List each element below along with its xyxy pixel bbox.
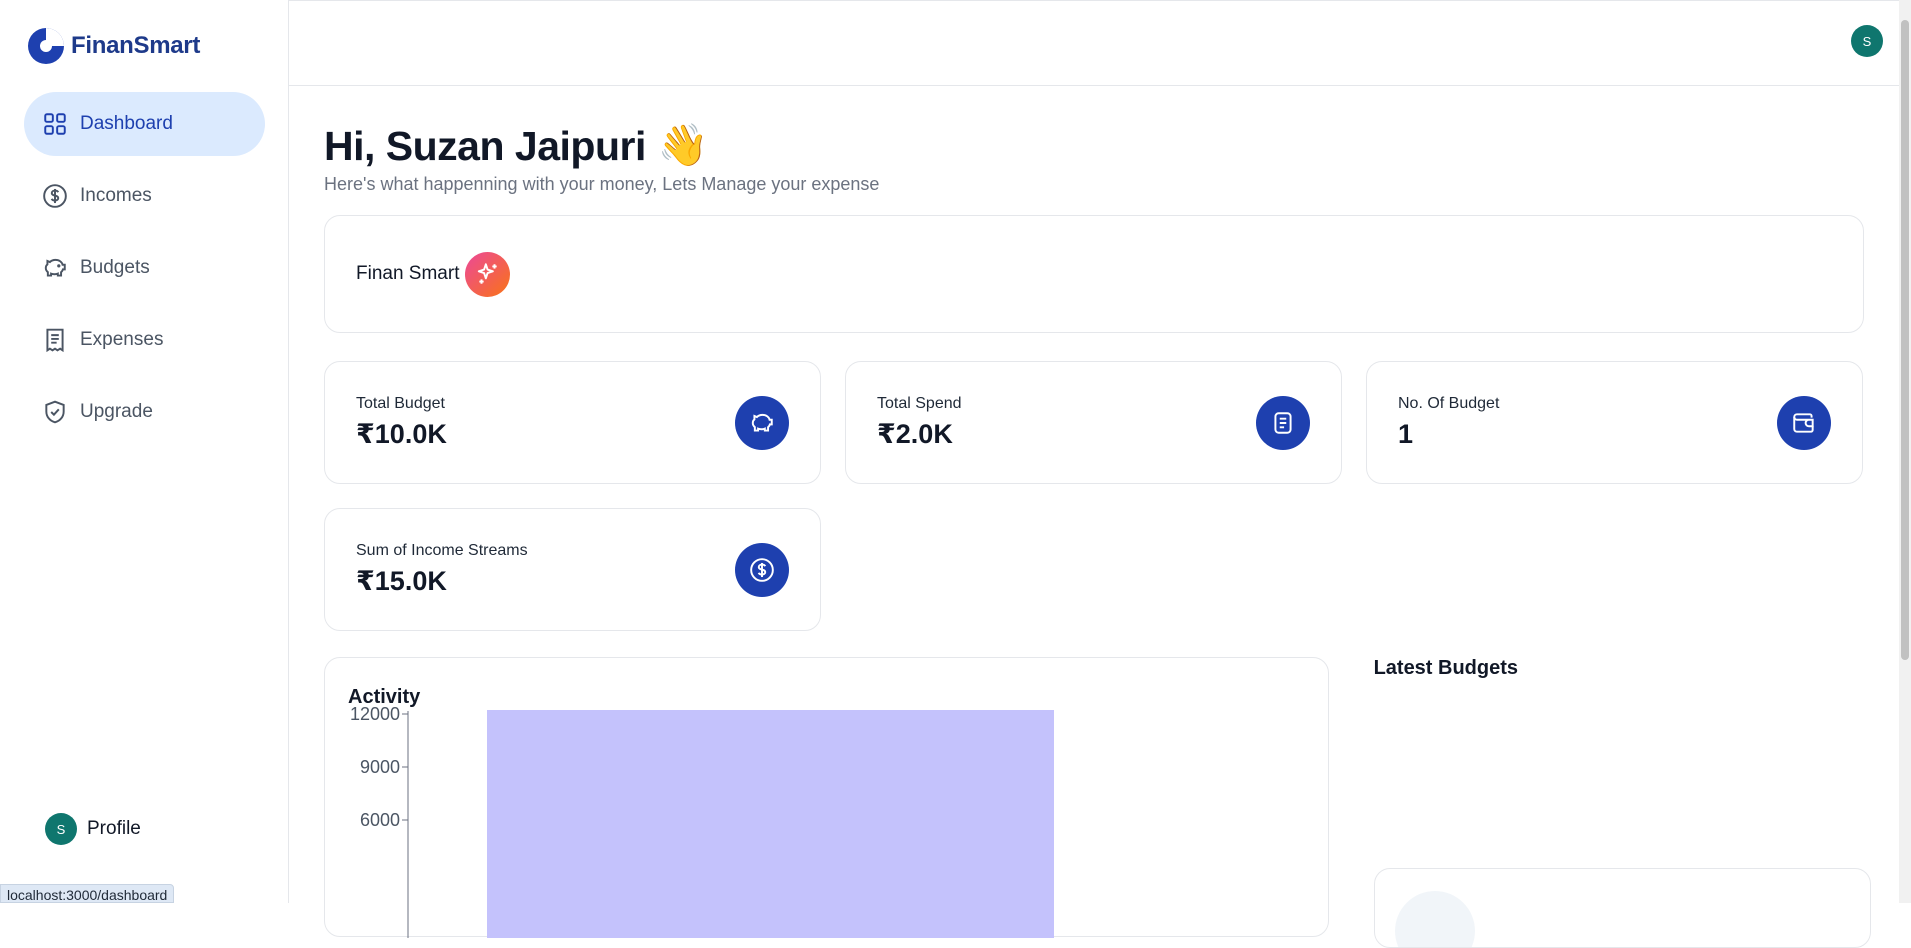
profile-button[interactable]: S Profile xyxy=(45,813,141,845)
user-avatar-button[interactable]: S xyxy=(1851,25,1883,57)
piggy-bank-icon xyxy=(735,395,789,450)
receipt-icon xyxy=(1256,395,1310,450)
sidebar-nav: Dashboard Incomes Budgets Expenses Upgra… xyxy=(24,92,265,452)
greeting-heading: Hi, Suzan Jaipuri 👋 xyxy=(324,122,1864,170)
greeting-subtitle: Here's what happenning with your money, … xyxy=(324,174,880,194)
y-tick-label: 12000 xyxy=(350,704,400,724)
stats-grid: Total Budget ₹10.0K Total Spend ₹2.0K No… xyxy=(324,361,1864,631)
wallet-icon xyxy=(1777,395,1831,450)
activity-chart: 12000 9000 6000 xyxy=(350,704,1054,938)
stat-value: ₹10.0K xyxy=(356,419,447,449)
greeting-title: Hi, Suzan Jaipuri xyxy=(324,122,646,169)
budget-item-card[interactable] xyxy=(1373,868,1871,948)
top-bar: S xyxy=(289,0,1899,86)
stat-card-total-budget: Total Budget ₹10.0K xyxy=(324,361,821,484)
stat-label: Total Budget xyxy=(356,395,445,412)
sidebar-item-upgrade[interactable]: Upgrade xyxy=(24,380,265,444)
receipt-icon xyxy=(46,328,64,353)
sidebar-item-incomes[interactable]: Incomes xyxy=(24,164,265,228)
sidebar-item-label: Budgets xyxy=(80,257,150,278)
ai-assistant-card: Finan Smart xyxy=(324,215,1864,333)
brand-name: FinanSmart xyxy=(71,32,201,59)
budget-icon-placeholder xyxy=(1394,891,1475,947)
sparkles-icon xyxy=(465,251,511,297)
stat-value: 1 xyxy=(1398,419,1414,449)
latest-budgets-section: Latest Budgets xyxy=(1373,657,1871,948)
main-content: Hi, Suzan Jaipuri 👋 Here's what happenni… xyxy=(324,86,1871,948)
stat-value: ₹2.0K xyxy=(877,419,953,449)
shield-check-icon xyxy=(45,400,65,424)
wave-emoji: 👋 xyxy=(657,122,709,168)
sidebar-item-label: Expenses xyxy=(80,329,164,350)
sidebar-item-label: Dashboard xyxy=(80,113,173,134)
sidebar: FinanSmart Dashboard Incomes Budgets Exp… xyxy=(0,0,289,903)
stat-card-budget-count: No. Of Budget 1 xyxy=(1366,361,1863,484)
sidebar-item-budgets[interactable]: Budgets xyxy=(24,236,265,300)
stat-value: ₹15.0K xyxy=(356,566,447,596)
dollar-circle-icon xyxy=(43,184,67,208)
latest-budgets-title: Latest Budgets xyxy=(1373,657,1519,679)
dashboard-grid-icon xyxy=(44,113,66,135)
piggy-bank-icon xyxy=(44,258,66,277)
profile-label: Profile xyxy=(87,818,141,839)
avatar: S xyxy=(45,813,77,845)
logo-icon xyxy=(28,28,64,64)
stat-label: Sum of Income Streams xyxy=(356,542,528,559)
y-tick-label: 9000 xyxy=(360,757,400,777)
stat-card-income-streams: Sum of Income Streams ₹15.0K xyxy=(324,508,821,631)
activity-chart-card: Activity 12000 9000 6000 xyxy=(324,657,1329,938)
dollar-circle-icon xyxy=(735,542,789,597)
page-scrollbar[interactable] xyxy=(1899,0,1911,903)
sidebar-item-expenses[interactable]: Expenses xyxy=(24,308,265,372)
status-bar-url: localhost:3000/dashboard xyxy=(0,884,175,903)
brand-logo[interactable]: FinanSmart xyxy=(27,27,200,65)
stat-card-total-spend: Total Spend ₹2.0K xyxy=(845,361,1342,484)
ai-card-label: Finan Smart xyxy=(356,263,460,284)
sidebar-item-label: Incomes xyxy=(80,185,152,206)
sidebar-item-dashboard[interactable]: Dashboard xyxy=(24,92,265,156)
scrollbar-thumb[interactable] xyxy=(1901,20,1909,660)
chart-bar[interactable] xyxy=(487,710,1054,938)
stat-label: No. Of Budget xyxy=(1398,395,1500,412)
bottom-section: Activity 12000 9000 6000 Latest Budgets xyxy=(324,657,1871,948)
sidebar-item-label: Upgrade xyxy=(80,401,153,422)
y-tick-label: 6000 xyxy=(360,810,400,830)
stat-label: Total Spend xyxy=(877,395,962,412)
